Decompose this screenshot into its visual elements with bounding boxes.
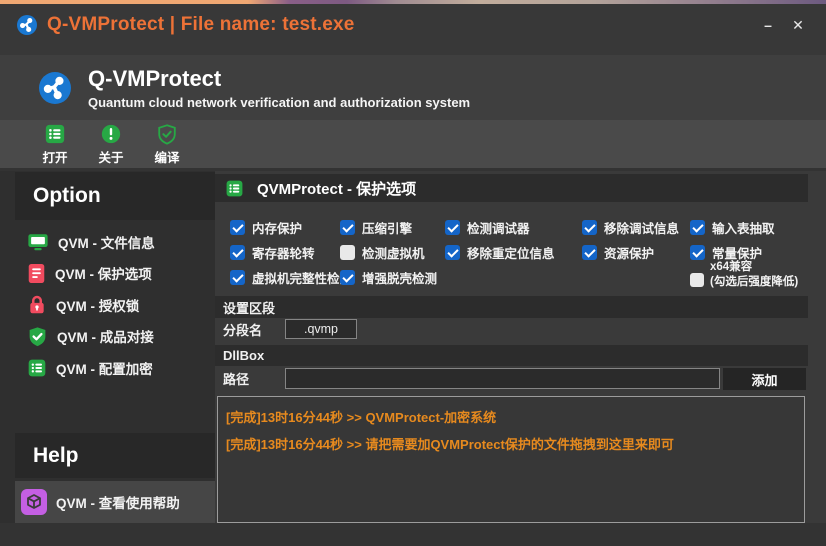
path-row: 路径 添加 [215,367,808,394]
checkbox-x64-compat[interactable]: x64兼容 (勾选后强度降低) [690,259,808,290]
sidebar-item-config-encrypt[interactable]: QVM - 配置加密 [0,352,215,384]
document-lines-icon [27,263,46,284]
segment-name-label: 分段名 [223,318,262,343]
checkbox[interactable] [582,245,597,260]
app-subtitle: Quantum cloud network verification and a… [88,95,470,110]
checkbox-detect-vm[interactable]: 检测虚拟机 [340,240,445,265]
add-button[interactable]: 添加 [723,368,806,390]
app-logo-icon [17,15,37,35]
sidebar-item-license-lock[interactable]: QVM - 授权锁 [0,289,215,321]
checkbox[interactable] [445,220,460,235]
checkbox[interactable] [340,220,355,235]
checkbox[interactable] [445,245,460,260]
checkbox[interactable] [690,220,705,235]
checkbox[interactable] [690,273,704,287]
checkbox[interactable] [340,245,355,260]
sidebar-item-label: QVM - 查看使用帮助 [56,492,180,512]
toolbar: 打开 关于 编译 [0,120,826,168]
help-header-label: Help [15,444,79,468]
sidebar-item-label: QVM - 授权锁 [56,295,139,315]
shield-check-icon [27,326,48,347]
lock-icon [27,294,47,315]
open-button[interactable]: 打开 [34,123,76,165]
info-icon [100,123,122,145]
sidebar-item-label: QVM - 配置加密 [56,358,153,378]
panel-title: QVMProtect - 保护选项 [257,178,416,199]
about-button-label: 关于 [98,147,123,166]
sidebar-item-label: QVM - 保护选项 [55,263,152,283]
checkbox-remove-reloc-info[interactable]: 移除重定位信息 [445,240,582,265]
sidebar: Option QVM - 文件信息 QVM - 保 [0,171,215,523]
sidebar-option-header: Option [15,172,215,220]
sidebar-item-protect-options[interactable]: QVM - 保护选项 [0,258,215,290]
checkbox[interactable] [230,245,245,260]
checkbox-vm-integrity-check[interactable]: 虚拟机完整性检查 [230,265,340,290]
compile-button-label: 编译 [154,147,179,166]
panel-title-bar: QVMProtect - 保护选项 [215,174,808,202]
checkbox-remove-debug-info[interactable]: 移除调试信息 [582,215,690,240]
list-icon [44,123,66,145]
segment-name-input[interactable] [285,319,357,339]
checkbox-anti-unpack[interactable]: 增强脱壳检测 [340,265,445,290]
checkbox-compress-engine[interactable]: 压缩引擎 [340,215,445,240]
sidebar-item-label: QVM - 文件信息 [58,232,155,252]
app-title: Q-VMProtect [88,66,470,92]
log-line: [完成]13时16分44秒 >> 请把需要加QVMProtect保护的文件拖拽到… [226,431,796,458]
option-header-label: Option [15,184,101,208]
list-icon [225,179,244,198]
sidebar-item-product-dock[interactable]: QVM - 成品对接 [0,321,215,353]
open-button-label: 打开 [42,147,67,166]
path-label: 路径 [223,367,249,392]
checkbox[interactable] [582,220,597,235]
dllbox-header: DllBox [215,345,808,366]
monitor-icon [27,231,49,253]
sidebar-item-help[interactable]: QVM - 查看使用帮助 [15,481,215,523]
sidebar-items: QVM - 文件信息 QVM - 保护选项 QVM - [0,226,215,384]
compile-button[interactable]: 编译 [146,123,188,165]
app-header: Q-VMProtect Quantum cloud network verifi… [0,55,826,120]
log-line: [完成]13时16分44秒 >> QVMProtect-加密系统 [226,404,796,431]
sidebar-item-file-info[interactable]: QVM - 文件信息 [0,226,215,258]
path-input[interactable] [285,368,720,389]
section-header: 设置区段 [215,296,808,318]
protection-options-grid: 内存保护 压缩引擎 检测调试器 移除调试信息 输入表抽取 寄存器轮转 检测虚拟机 [215,215,808,290]
checkbox-import-table-extract[interactable]: 输入表抽取 [690,215,808,240]
log-output-droparea[interactable]: [完成]13时16分44秒 >> QVMProtect-加密系统 [完成]13时… [217,396,805,523]
checkbox[interactable] [690,245,705,260]
sidebar-item-label: QVM - 成品对接 [57,326,154,346]
about-button[interactable]: 关于 [90,123,132,165]
checkbox-detect-debugger[interactable]: 检测调试器 [445,215,582,240]
main-panel: QVMProtect - 保护选项 内存保护 压缩引擎 检测调试器 移除调试信息… [215,171,826,523]
sidebar-help-header: Help [15,433,215,478]
checkbox-memory-protect[interactable]: 内存保护 [230,215,340,240]
title-bar: Q-VMProtect | File name: test.exe – ✕ [0,4,826,55]
segment-row: 分段名 [215,318,808,345]
minimize-button[interactable]: – [758,15,778,35]
list-icon [27,358,47,378]
x64-label: x64兼容 (勾选后强度降低) [710,260,798,289]
window-title: Q-VMProtect | File name: test.exe [47,14,355,36]
checkbox-register-rotate[interactable]: 寄存器轮转 [230,240,340,265]
checkbox-resource-protect[interactable]: 资源保护 [582,240,690,265]
cube-icon [21,489,47,515]
close-button[interactable]: ✕ [788,15,808,35]
shield-check-outline-icon [156,123,178,145]
app-logo-icon-large [39,72,71,104]
checkbox[interactable] [340,270,355,285]
checkbox[interactable] [230,220,245,235]
checkbox[interactable] [230,270,245,285]
